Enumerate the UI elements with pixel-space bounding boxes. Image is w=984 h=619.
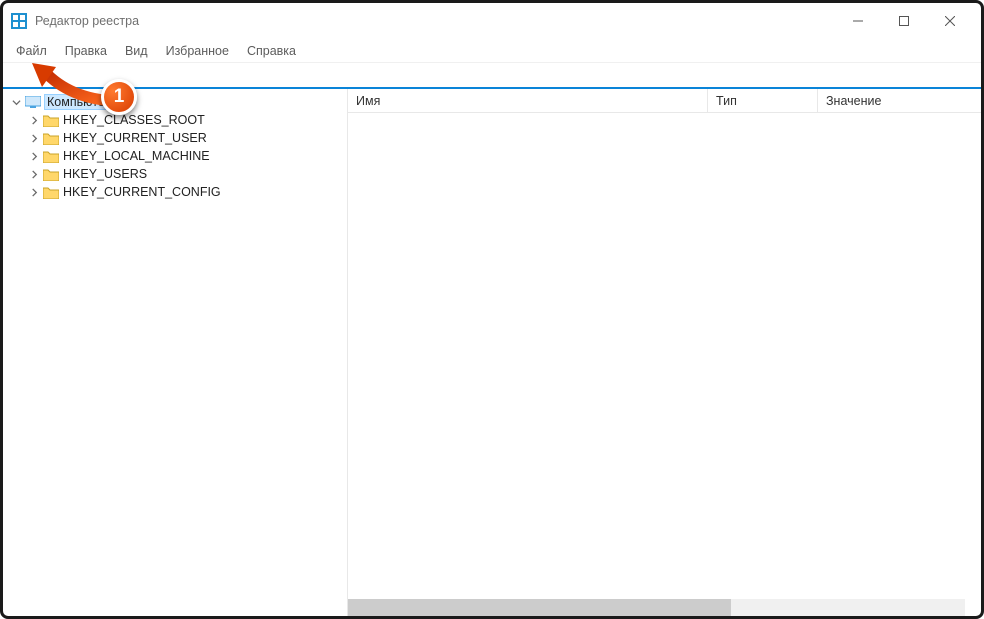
column-header-value[interactable]: Значение <box>818 89 981 112</box>
column-header-name[interactable]: Имя <box>348 89 708 112</box>
tree-hive-row[interactable]: HKEY_USERS <box>9 165 347 183</box>
regedit-icon <box>11 13 27 29</box>
list-body[interactable] <box>348 113 981 616</box>
tree-hive-row[interactable]: HKEY_CURRENT_CONFIG <box>9 183 347 201</box>
column-header-type[interactable]: Тип <box>708 89 818 112</box>
menu-view[interactable]: Вид <box>116 41 157 61</box>
tree-hive-label: HKEY_LOCAL_MACHINE <box>63 149 210 163</box>
registry-editor-window: Редактор реестра Файл Правка Вид Избранн… <box>0 0 984 619</box>
tree-hive-row[interactable]: HKEY_CURRENT_USER <box>9 129 347 147</box>
tree-root-label: Компьютер <box>45 95 114 109</box>
folder-icon <box>43 168 59 181</box>
address-bar[interactable] <box>3 63 981 89</box>
chevron-right-icon[interactable] <box>27 113 41 127</box>
chevron-right-icon[interactable] <box>27 167 41 181</box>
menu-file[interactable]: Файл <box>7 41 56 61</box>
chevron-right-icon[interactable] <box>27 149 41 163</box>
tree-hive-row[interactable]: HKEY_LOCAL_MACHINE <box>9 147 347 165</box>
chevron-right-icon[interactable] <box>27 131 41 145</box>
chevron-right-icon[interactable] <box>27 185 41 199</box>
key-tree[interactable]: Компьютер HKEY_CLASSES_ROOT HKEY_CURRENT… <box>3 89 348 616</box>
menu-favorites[interactable]: Избранное <box>157 41 238 61</box>
folder-icon <box>43 132 59 145</box>
folder-icon <box>43 114 59 127</box>
computer-icon <box>25 96 41 108</box>
scrollbar-thumb[interactable] <box>348 599 731 616</box>
value-list: Имя Тип Значение <box>348 89 981 616</box>
tree-root-row[interactable]: Компьютер <box>9 93 347 111</box>
content-area: Компьютер HKEY_CLASSES_ROOT HKEY_CURRENT… <box>3 89 981 616</box>
tree-hive-label: HKEY_USERS <box>63 167 147 181</box>
titlebar: Редактор реестра <box>3 3 981 39</box>
tree-hive-label: HKEY_CURRENT_USER <box>63 131 207 145</box>
list-header: Имя Тип Значение <box>348 89 981 113</box>
tree-hive-label: HKEY_CURRENT_CONFIG <box>63 185 221 199</box>
folder-icon <box>43 150 59 163</box>
menu-edit[interactable]: Правка <box>56 41 116 61</box>
close-button[interactable] <box>927 6 973 36</box>
menu-help[interactable]: Справка <box>238 41 305 61</box>
maximize-button[interactable] <box>881 6 927 36</box>
minimize-button[interactable] <box>835 6 881 36</box>
horizontal-scrollbar[interactable] <box>348 599 965 616</box>
tree-hive-row[interactable]: HKEY_CLASSES_ROOT <box>9 111 347 129</box>
menubar: Файл Правка Вид Избранное Справка <box>3 39 981 63</box>
chevron-down-icon[interactable] <box>9 95 23 109</box>
window-title: Редактор реестра <box>35 14 139 28</box>
tree-hive-label: HKEY_CLASSES_ROOT <box>63 113 205 127</box>
folder-icon <box>43 186 59 199</box>
